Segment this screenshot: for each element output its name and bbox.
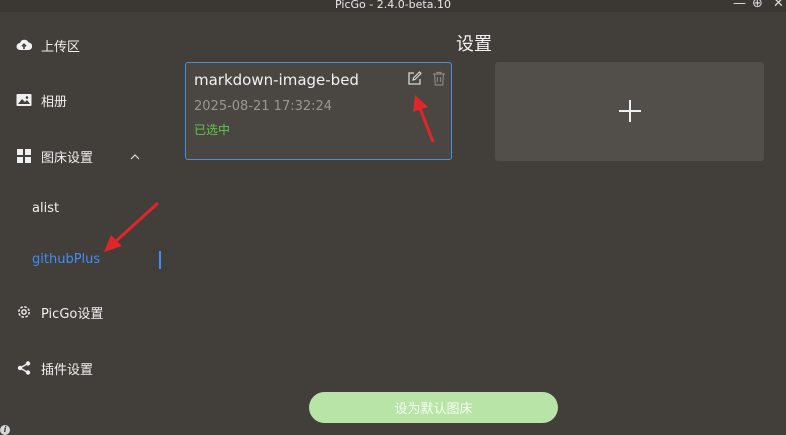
close-icon[interactable]: ✕ bbox=[773, 0, 784, 12]
sidebar-subitem-alist[interactable]: alist bbox=[0, 192, 170, 224]
add-config-button[interactable] bbox=[495, 62, 764, 161]
gear-icon bbox=[16, 304, 32, 320]
sidebar-item-label: 图床设置 bbox=[41, 150, 94, 166]
set-default-button[interactable]: 设为默认图床 bbox=[309, 392, 558, 423]
sidebar-item-label: 插件设置 bbox=[41, 362, 94, 378]
active-indicator bbox=[159, 251, 161, 269]
page-title: 设置 bbox=[456, 34, 492, 55]
minimize-icon[interactable]: — bbox=[733, 0, 746, 12]
selected-status: 已选中 bbox=[194, 123, 231, 137]
sidebar-item-label: PicGo设置 bbox=[41, 306, 104, 322]
window-title: PicGo - 2.4.0-beta.10 bbox=[335, 0, 451, 11]
share-icon bbox=[16, 360, 32, 376]
edit-icon[interactable] bbox=[407, 71, 422, 86]
config-name: markdown-image-bed bbox=[194, 71, 359, 89]
sidebar-subitem-githubplus[interactable]: githubPlus bbox=[0, 243, 170, 275]
config-card[interactable]: markdown-image-bed 2025-08-21 17:32:24 已… bbox=[185, 62, 452, 160]
config-time: 2025-08-21 17:32:24 bbox=[194, 99, 333, 114]
delete-icon[interactable] bbox=[432, 71, 446, 86]
sidebar-subitem-label: githubPlus bbox=[32, 251, 101, 267]
maximize-icon[interactable]: ⊕ bbox=[752, 0, 763, 12]
sidebar-item-plugin-settings[interactable]: 插件设置 bbox=[0, 350, 170, 386]
sidebar-item-label: 相册 bbox=[41, 94, 68, 110]
sidebar-item-gallery[interactable]: 相册 bbox=[0, 82, 170, 118]
sidebar-item-upload[interactable]: 上传区 bbox=[0, 27, 170, 63]
sidebar-subitem-label: alist bbox=[32, 200, 60, 216]
title-bar: PicGo - 2.4.0-beta.10 — ⊕ ✕ bbox=[0, 0, 786, 12]
info-icon[interactable]: i bbox=[0, 425, 10, 435]
sidebar-item-picbed-settings[interactable]: 图床设置 bbox=[0, 138, 170, 174]
sidebar-item-picgo-settings[interactable]: PicGo设置 bbox=[0, 294, 170, 330]
chevron-up-icon[interactable] bbox=[130, 150, 140, 163]
sidebar-item-label: 上传区 bbox=[41, 39, 81, 55]
image-icon bbox=[16, 92, 32, 108]
sidebar: 上传区 相册 图床设置 alist githubPlus PicGo设置 插件设… bbox=[0, 12, 170, 435]
plus-icon bbox=[619, 100, 641, 122]
grid-icon bbox=[16, 148, 32, 164]
cloud-upload-icon bbox=[16, 37, 32, 53]
